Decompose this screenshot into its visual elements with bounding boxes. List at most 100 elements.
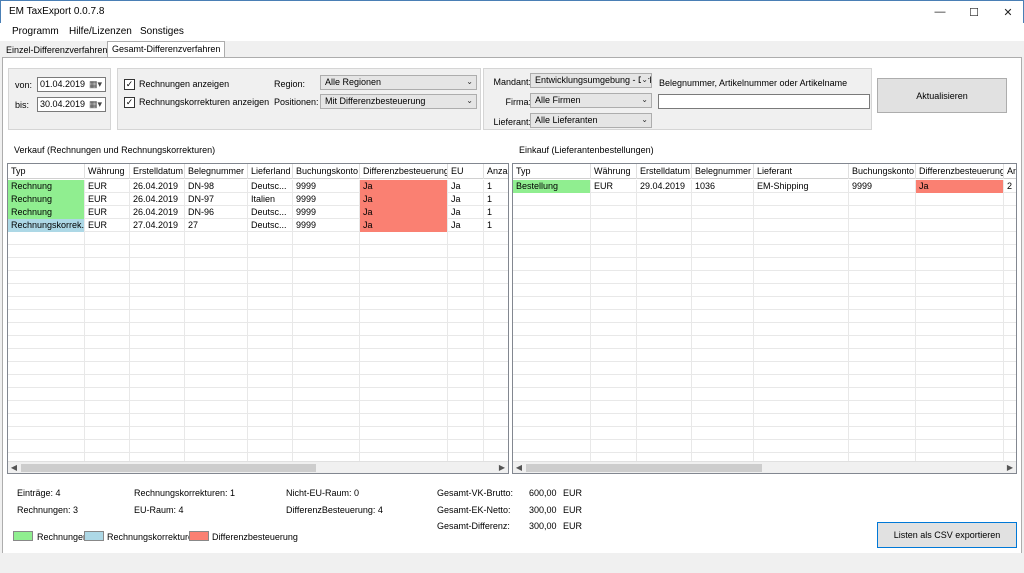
close-icon[interactable]: ✕ (991, 1, 1024, 23)
empty-cell (637, 245, 692, 258)
aktualisieren-button[interactable]: Aktualisieren (877, 78, 1007, 113)
col-erstelldatum[interactable]: Erstelldatum (637, 164, 692, 179)
empty-cell (293, 232, 360, 245)
col-lieferland[interactable]: Lieferland (248, 164, 293, 179)
gesamt-differenz-currency: EUR (563, 521, 583, 531)
empty-cell (8, 349, 85, 362)
empty-cell (916, 362, 1004, 375)
region-select[interactable]: Alle Regionen ⌄ (320, 75, 477, 90)
empty-cell (849, 336, 916, 349)
empty-cell (591, 362, 637, 375)
calendar-icon[interactable]: ▦▾ (89, 99, 103, 110)
maximize-icon[interactable]: ☐ (957, 1, 991, 23)
empty-cell (754, 232, 849, 245)
col-differenzbesteuerung[interactable]: Differenzbesteuerung (360, 164, 448, 179)
col-belegnummer[interactable]: Belegnummer (185, 164, 248, 179)
table-row[interactable]: Rechnungskorrek... EUR 27.04.2019 27 Deutsc.… (8, 219, 508, 232)
empty-cell (754, 297, 849, 310)
col-waehrung[interactable]: Währung (591, 164, 637, 179)
col-buchungskonto[interactable]: Buchungskonto (293, 164, 360, 179)
empty-cell (637, 388, 692, 401)
table-row[interactable]: Rechnung EUR 26.04.2019 DN-96 Deutsc... 9999 J… (8, 206, 508, 219)
empty-cell (130, 362, 185, 375)
scroll-left-icon[interactable]: ◀ (513, 462, 525, 473)
empty-cell (1004, 375, 1016, 388)
col-typ[interactable]: Typ (8, 164, 85, 179)
table-row[interactable]: Bestellung EUR 29.04.2019 1036 EM-Shipping 99… (513, 180, 1016, 193)
empty-row (513, 362, 1016, 375)
chevron-down-icon: ⌄ (641, 115, 648, 124)
menu-programm[interactable]: Programm (12, 26, 59, 37)
minimize-icon[interactable]: — (923, 1, 957, 23)
lieferant-select[interactable]: Alle Lieferanten ⌄ (530, 113, 652, 128)
col-lieferant[interactable]: Lieferant (754, 164, 849, 179)
mandant-group: Mandant: Entwicklungsumgebung - Dirk ⌄ B… (483, 68, 872, 130)
empty-cell (8, 232, 85, 245)
korrekturen-checkbox-label[interactable]: Rechnungskorrekturen anzeigen (139, 97, 269, 107)
table-cell: Ja (360, 193, 448, 206)
empty-row (513, 336, 1016, 349)
empty-cell (360, 245, 448, 258)
empty-cell (360, 427, 448, 440)
empty-cell (849, 245, 916, 258)
col-differenzbesteuerung[interactable]: Differenzbesteuerung (916, 164, 1004, 179)
menu-sonstiges[interactable]: Sonstiges (140, 26, 184, 37)
von-date-picker[interactable]: 01.04.2019 ▦▾ (37, 77, 106, 92)
tab-einzel[interactable]: Einzel-Differenzverfahren (2, 43, 111, 58)
col-buchungskonto[interactable]: Buchungskonto (849, 164, 916, 179)
empty-cell (849, 310, 916, 323)
summary-eu-raum: EU-Raum: 4 (134, 505, 184, 515)
verkauf-h-scrollbar[interactable]: ◀ ▶ (8, 461, 508, 473)
verkauf-grid[interactable]: Typ Währung Erstelldatum Belegnummer Lie… (7, 163, 509, 474)
menu-hilfe-lizenzen[interactable]: Hilfe/Lizenzen (69, 26, 132, 37)
empty-cell (248, 284, 293, 297)
chevron-down-icon: ⌄ (466, 96, 473, 105)
bis-date-picker[interactable]: 30.04.2019 ▦▾ (37, 97, 106, 112)
rechnungen-checkbox[interactable]: ✓ (124, 79, 135, 90)
einkauf-grid[interactable]: Typ Währung Erstelldatum Belegnummer Lie… (512, 163, 1017, 474)
gesamt-vk-currency: EUR (563, 488, 583, 498)
col-typ[interactable]: Typ (513, 164, 591, 179)
table-row[interactable]: Rechnung EUR 26.04.2019 DN-98 Deutsc... 9999 J… (8, 180, 508, 193)
empty-row (8, 349, 508, 362)
scroll-right-icon[interactable]: ▶ (496, 462, 508, 473)
col-anzahl[interactable]: An (1004, 164, 1016, 179)
search-input[interactable] (658, 94, 870, 109)
col-erstelldatum[interactable]: Erstelldatum (130, 164, 185, 179)
table-cell: DN-98 (185, 180, 248, 193)
empty-cell (637, 323, 692, 336)
mandant-select[interactable]: Entwicklungsumgebung - Dirk ⌄ (530, 73, 652, 88)
rechnungen-checkbox-label[interactable]: Rechnungen anzeigen (139, 79, 229, 89)
einkauf-h-scrollbar[interactable]: ◀ ▶ (513, 461, 1016, 473)
empty-cell (513, 219, 591, 232)
empty-cell (591, 245, 637, 258)
table-row[interactable]: Rechnung EUR 26.04.2019 DN-97 Italien 9999 Ja J… (8, 193, 508, 206)
empty-cell (916, 284, 1004, 297)
export-csv-button[interactable]: Listen als CSV exportieren (877, 522, 1017, 548)
empty-cell (916, 271, 1004, 284)
firma-select[interactable]: Alle Firmen ⌄ (530, 93, 652, 108)
empty-cell (130, 297, 185, 310)
empty-cell (360, 271, 448, 284)
scroll-right-icon[interactable]: ▶ (1004, 462, 1016, 473)
empty-cell (849, 414, 916, 427)
empty-cell (130, 284, 185, 297)
calendar-icon[interactable]: ▦▾ (89, 79, 103, 90)
korrekturen-checkbox[interactable]: ✓ (124, 97, 135, 108)
empty-cell (85, 258, 130, 271)
col-waehrung[interactable]: Währung (85, 164, 130, 179)
scroll-thumb[interactable] (21, 464, 316, 472)
empty-row (8, 362, 508, 375)
empty-cell (591, 336, 637, 349)
scroll-thumb[interactable] (526, 464, 762, 472)
scroll-left-icon[interactable]: ◀ (8, 462, 20, 473)
empty-row (513, 232, 1016, 245)
col-belegnummer[interactable]: Belegnummer (692, 164, 754, 179)
tab-gesamt[interactable]: Gesamt-Differenzverfahren (107, 41, 226, 58)
col-anzahl[interactable]: Anzahl (484, 164, 508, 179)
empty-cell (248, 440, 293, 453)
table-cell: 1 (484, 180, 508, 193)
positionen-select[interactable]: Mit Differenzbesteuerung ⌄ (320, 94, 477, 109)
empty-cell (849, 362, 916, 375)
col-eu[interactable]: EU (448, 164, 484, 179)
